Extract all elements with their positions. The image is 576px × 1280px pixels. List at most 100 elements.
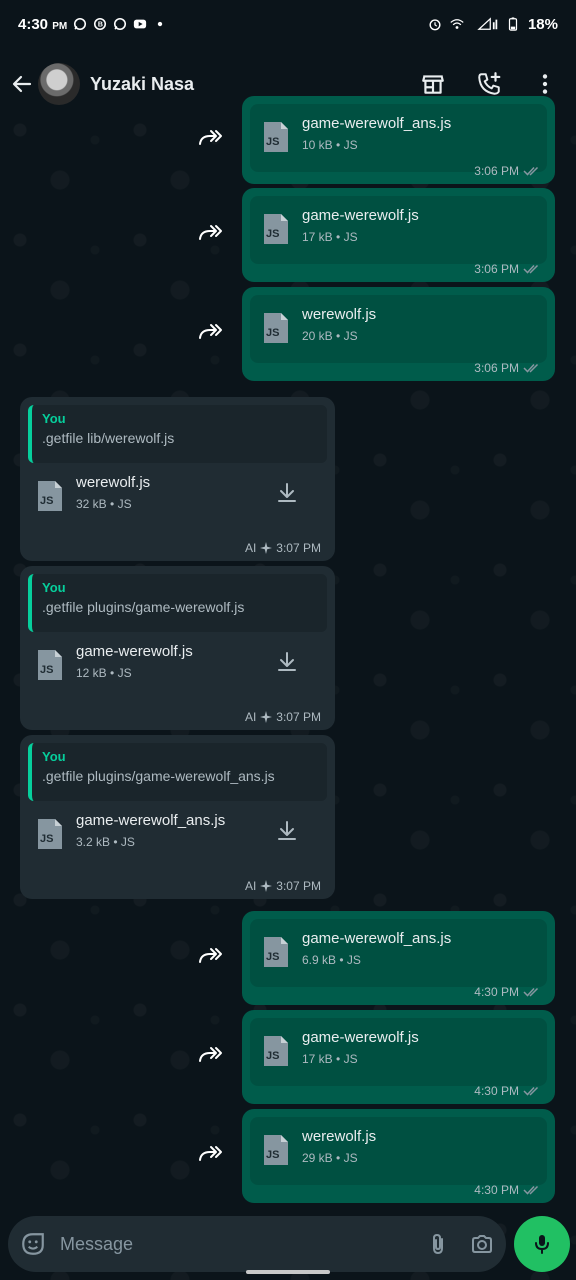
message-footer: AI 3:07 PM: [245, 710, 321, 724]
avatar[interactable]: [38, 63, 80, 105]
file-badge: JS: [266, 1149, 279, 1161]
ai-sparkle-icon: [260, 711, 273, 723]
wifi-icon: [450, 19, 464, 29]
js-file-icon: JS: [38, 481, 62, 511]
js-file-icon: JS: [264, 1036, 288, 1066]
file-meta: 20 kB • JS: [302, 329, 358, 343]
message-footer: 4:30 PM: [474, 1084, 541, 1098]
ai-label: AI: [244, 710, 257, 724]
read-ticks-icon: [523, 264, 539, 274]
forward-icon[interactable]: [198, 128, 224, 148]
outgoing-message[interactable]: JS werewolf.js 29 kB • JS 4:30 PM: [242, 1109, 555, 1203]
message-input[interactable]: [60, 1233, 406, 1255]
incoming-message[interactable]: You .getfile lib/werewolf.js JS werewolf…: [20, 397, 335, 561]
file-attachment[interactable]: JS game-werewolf.js 12 kB • JS: [28, 632, 327, 700]
file-meta: 6.9 kB • JS: [302, 953, 361, 967]
forward-icon[interactable]: [198, 1045, 224, 1065]
file-name: werewolf.js: [76, 474, 151, 491]
quoted-message[interactable]: You .getfile plugins/game-werewolf_ans.j…: [28, 743, 327, 801]
message-time: 4:30 PM: [474, 985, 519, 999]
outgoing-message[interactable]: JS game-werewolf_ans.js 10 kB • JS 3:06 …: [242, 96, 555, 184]
mic-button[interactable]: [514, 1216, 570, 1272]
read-ticks-icon: [523, 987, 539, 997]
store-icon[interactable]: [420, 71, 446, 97]
js-file-icon: JS: [38, 819, 62, 849]
file-badge: JS: [40, 833, 53, 845]
file-attachment[interactable]: JS game-werewolf.js 17 kB • JS: [250, 1018, 547, 1086]
attach-icon[interactable]: [426, 1232, 450, 1256]
quote-author: You: [42, 411, 66, 426]
file-attachment[interactable]: JS game-werewolf_ans.js 10 kB • JS: [250, 104, 547, 172]
js-file-icon: JS: [264, 937, 288, 967]
quote-author: You: [42, 580, 66, 595]
ai-sparkle-icon: [260, 542, 273, 554]
incoming-message[interactable]: You .getfile plugins/game-werewolf_ans.j…: [20, 735, 335, 899]
forward-icon[interactable]: [198, 223, 224, 243]
message-time: 4:30 PM: [474, 1183, 519, 1197]
forward-icon[interactable]: [198, 946, 224, 966]
file-badge: JS: [40, 664, 53, 676]
file-meta: 17 kB • JS: [302, 1052, 358, 1066]
download-icon[interactable]: [275, 481, 299, 505]
file-attachment[interactable]: JS werewolf.js 32 kB • JS: [28, 463, 327, 531]
outgoing-message[interactable]: JS game-werewolf.js 17 kB • JS 4:30 PM: [242, 1010, 555, 1104]
contact-name[interactable]: Yuzaki Nasa: [90, 74, 194, 95]
js-file-icon: JS: [264, 214, 288, 244]
back-arrow-icon[interactable]: [10, 72, 34, 96]
js-file-icon: JS: [264, 122, 288, 152]
message-footer: AI 3:07 PM: [245, 879, 321, 893]
message-footer: 3:06 PM: [474, 262, 541, 276]
file-attachment[interactable]: JS werewolf.js 29 kB • JS: [250, 1117, 547, 1185]
whatsapp-icon: [114, 17, 127, 31]
battery-icon: [508, 17, 518, 31]
js-file-icon: JS: [38, 650, 62, 680]
read-ticks-icon: [523, 166, 539, 176]
camera-icon[interactable]: [470, 1232, 494, 1256]
file-name: werewolf.js: [302, 306, 377, 323]
file-attachment[interactable]: JS game-werewolf.js 17 kB • JS: [250, 196, 547, 264]
read-ticks-icon: [523, 1086, 539, 1096]
forward-icon[interactable]: [198, 1144, 224, 1164]
forward-icon[interactable]: [198, 322, 224, 342]
message-time: 3:07 PM: [276, 879, 321, 893]
gesture-nav-handle[interactable]: [246, 1270, 330, 1274]
file-badge: JS: [40, 495, 53, 507]
svg-text:B: B: [98, 22, 103, 29]
message-footer: 4:30 PM: [474, 985, 541, 999]
outgoing-message[interactable]: JS game-werewolf_ans.js 6.9 kB • JS 4:30…: [242, 911, 555, 1005]
dot-icon: [158, 21, 163, 27]
file-attachment[interactable]: JS werewolf.js 20 kB • JS: [250, 295, 547, 363]
file-badge: JS: [266, 136, 279, 148]
outgoing-message[interactable]: JS game-werewolf.js 17 kB • JS 3:06 PM: [242, 188, 555, 282]
download-icon[interactable]: [275, 650, 299, 674]
message-footer: 4:30 PM: [474, 1183, 541, 1197]
outgoing-message[interactable]: JS werewolf.js 20 kB • JS 3:06 PM: [242, 287, 555, 381]
quoted-message[interactable]: You .getfile lib/werewolf.js: [28, 405, 327, 463]
sticker-icon[interactable]: [20, 1231, 46, 1257]
download-icon[interactable]: [275, 819, 299, 843]
file-attachment[interactable]: JS game-werewolf_ans.js 3.2 kB • JS: [28, 801, 327, 869]
file-name: game-werewolf.js: [302, 1029, 419, 1046]
signal-icon: [477, 17, 498, 30]
quote-text: .getfile plugins/game-werewolf.js: [42, 599, 245, 615]
message-time: 3:06 PM: [474, 164, 519, 178]
message-footer: AI 3:07 PM: [245, 541, 321, 555]
file-meta: 10 kB • JS: [302, 138, 358, 152]
file-badge: JS: [266, 228, 279, 240]
quoted-message[interactable]: You .getfile plugins/game-werewolf.js: [28, 574, 327, 632]
add-call-icon[interactable]: [476, 71, 502, 97]
file-meta: 17 kB • JS: [302, 230, 358, 244]
read-ticks-icon: [523, 1185, 539, 1195]
message-time: 3:07 PM: [276, 710, 321, 724]
whatsapp-business-icon: B: [94, 17, 107, 31]
more-vert-icon[interactable]: [532, 71, 558, 97]
file-badge: JS: [266, 1050, 279, 1062]
incoming-message[interactable]: You .getfile plugins/game-werewolf.js JS…: [20, 566, 335, 730]
whatsapp-icon: [74, 17, 87, 31]
file-badge: JS: [266, 327, 279, 339]
file-attachment[interactable]: JS game-werewolf_ans.js 6.9 kB • JS: [250, 919, 547, 987]
file-meta: 32 kB • JS: [76, 497, 132, 511]
message-time: 3:06 PM: [474, 361, 519, 375]
message-time: 4:30 PM: [474, 1084, 519, 1098]
quote-author: You: [42, 749, 66, 764]
